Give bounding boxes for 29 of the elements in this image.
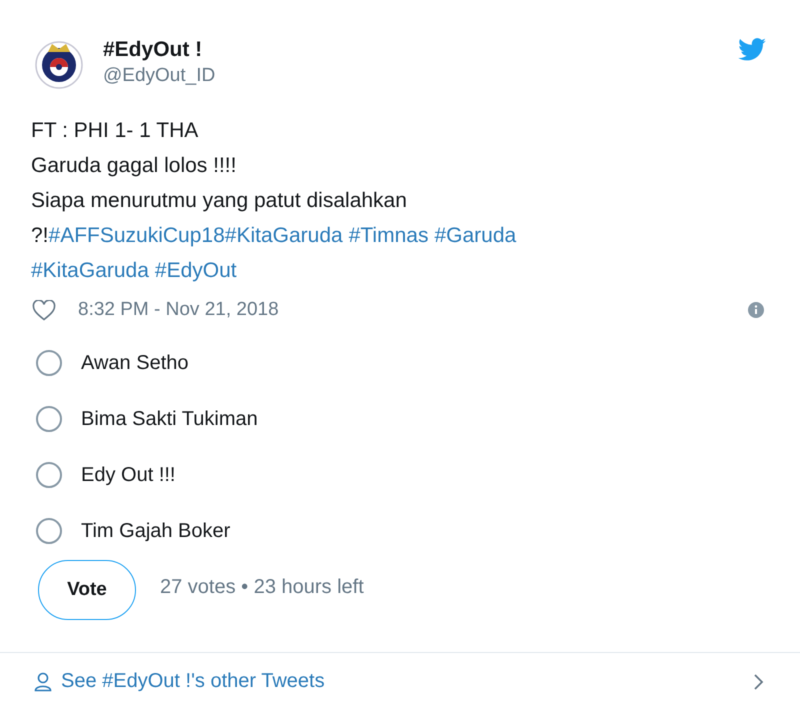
hashtag-link[interactable]: #Garuda	[434, 218, 516, 253]
hashtag-link[interactable]: #Timnas	[348, 218, 428, 253]
tweet-text: ?!	[31, 223, 49, 249]
hashtag-link[interactable]: #KitaGaruda	[31, 253, 149, 288]
info-icon[interactable]	[748, 302, 764, 318]
poll-summary: 27 votes • 23 hours left	[160, 576, 364, 598]
timestamp[interactable]: 8:32 PM - Nov 21, 2018	[78, 299, 748, 321]
poll-option[interactable]: Tim Gajah Boker	[81, 520, 230, 542]
author-name[interactable]: #EdyOut !	[103, 37, 738, 63]
heart-icon[interactable]	[32, 300, 56, 320]
radio-button[interactable]	[36, 406, 62, 432]
tweet-text: Siapa menurutmu yang patut disalahkan	[31, 188, 407, 214]
author-handle[interactable]: @EdyOut_ID	[103, 63, 738, 89]
chevron-icon[interactable]	[753, 672, 764, 690]
person-icon[interactable]	[34, 672, 52, 692]
radio-button[interactable]	[36, 350, 62, 376]
bird-icon[interactable]	[738, 38, 766, 61]
tweet-text: FT : PHI 1- 1 THA	[31, 118, 198, 144]
hashtag-link[interactable]: #AFFSuzukiCup18	[48, 218, 225, 253]
hashtag-link[interactable]: #EdyOut	[154, 253, 237, 288]
other-tweets-link[interactable]: See #EdyOut !'s other Tweets	[61, 670, 753, 693]
radio-button[interactable]	[36, 462, 62, 488]
hashtag-link[interactable]: #KitaGaruda	[224, 218, 343, 253]
poll-option[interactable]: Edy Out !!!	[81, 464, 176, 486]
vote-button[interactable]: Vote	[38, 560, 136, 620]
poll-option[interactable]: Awan Setho	[81, 352, 188, 374]
tweet-text: Garuda gagal lolos !!!!	[31, 153, 236, 179]
radio-button[interactable]	[36, 518, 62, 544]
poll-option[interactable]: Bima Sakti Tukiman	[81, 408, 258, 430]
